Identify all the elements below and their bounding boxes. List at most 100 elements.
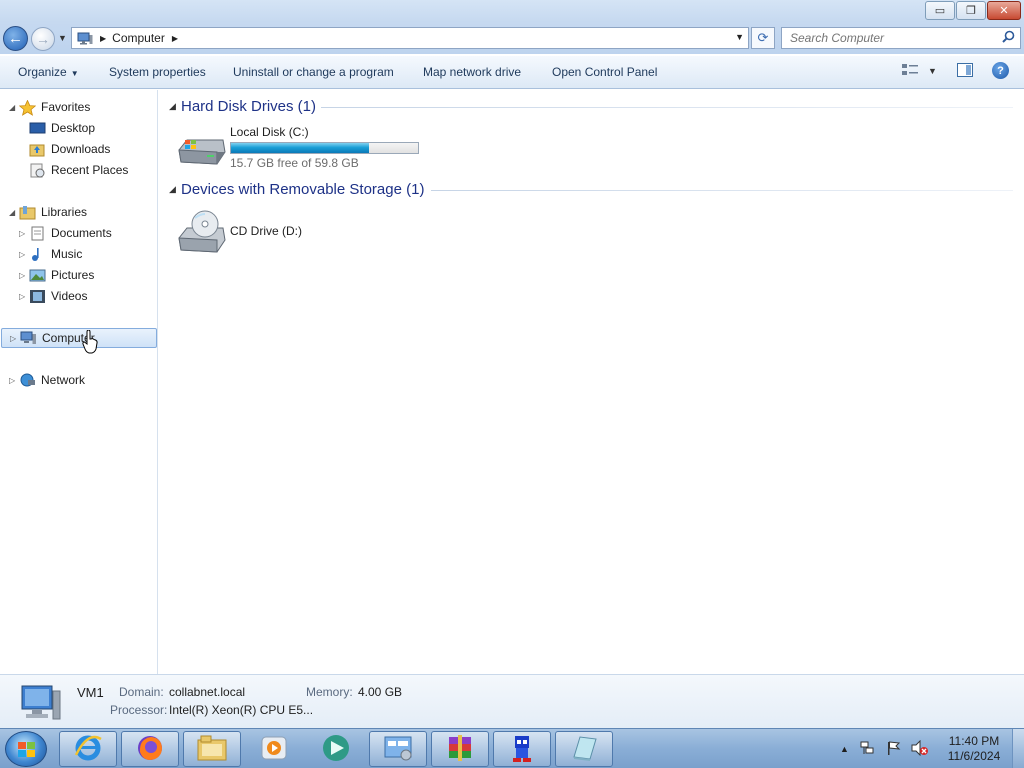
expanded-arrow-icon[interactable]: ◢	[9, 103, 19, 112]
system-tray: ▲	[840, 737, 929, 761]
chevron-down-icon: ▼	[70, 69, 79, 78]
group-header-hard-disk-drives[interactable]: ◢ Hard Disk Drives (1)	[159, 96, 1019, 118]
nav-favorites-label: Favorites	[41, 100, 91, 114]
drive-name-d: CD Drive (D:)	[230, 224, 302, 238]
show-hidden-icons-button[interactable]: ▲	[840, 744, 849, 754]
preview-pane-icon[interactable]	[957, 63, 973, 77]
navigation-pane: ◢ Favorites Desktop Downloads Recent Pla…	[0, 90, 158, 674]
title-bar: ▭ ❐ ✕	[0, 0, 1024, 22]
cd-drive-icon	[177, 210, 227, 253]
nav-recent-places[interactable]: Recent Places	[29, 160, 128, 180]
taskbar-media-player[interactable]	[245, 731, 303, 767]
organize-button[interactable]: Organize ▼	[18, 65, 79, 79]
address-bar[interactable]: ▶ Computer ▶ ▼	[71, 27, 749, 49]
game-character-icon	[507, 732, 537, 767]
collapsed-arrow-icon[interactable]: ▷	[19, 292, 29, 301]
organize-label: Organize	[18, 65, 67, 79]
search-input[interactable]	[782, 28, 992, 48]
minimize-button[interactable]: ▭	[925, 1, 955, 20]
control-panel-icon	[382, 733, 414, 766]
nav-documents-label: Documents	[51, 226, 112, 240]
recent-pages-dropdown-icon[interactable]: ▼	[58, 33, 67, 43]
view-options-dropdown-icon[interactable]: ▼	[928, 66, 937, 76]
domain-value: collabnet.local	[169, 685, 246, 699]
details-pane: VM1 Domain: collabnet.local Memory: 4.00…	[0, 674, 1024, 728]
taskbar: ▲ 11:40 PM 11/6/2024	[0, 728, 1024, 768]
expanded-arrow-icon[interactable]: ◢	[9, 208, 19, 217]
back-button[interactable]: ←	[3, 26, 28, 51]
internet-explorer-icon	[73, 733, 103, 766]
nav-favorites[interactable]: ◢ Favorites	[9, 97, 90, 117]
nav-documents[interactable]: ▷ Documents	[19, 223, 112, 243]
hand-cursor-icon	[82, 329, 98, 354]
collapsed-arrow-icon[interactable]: ▷	[10, 334, 20, 343]
close-button[interactable]: ✕	[987, 1, 1021, 20]
taskbar-internet-explorer[interactable]	[59, 731, 117, 767]
computer-icon	[20, 331, 37, 346]
downloads-folder-icon	[29, 142, 46, 157]
collapsed-arrow-icon[interactable]: ▷	[19, 250, 29, 259]
forward-button[interactable]: →	[31, 27, 55, 51]
music-note-icon	[29, 247, 46, 262]
documents-icon	[29, 226, 46, 241]
memory-value: 4.00 GB	[358, 685, 403, 699]
breadcrumb-separator-icon[interactable]: ▶	[100, 34, 106, 43]
nav-network[interactable]: ▷ Network	[9, 370, 85, 390]
taskbar-game[interactable]	[493, 731, 551, 767]
system-properties-button[interactable]: System properties	[109, 65, 206, 79]
film-icon	[29, 289, 46, 304]
clock[interactable]: 11:40 PM 11/6/2024	[940, 734, 1008, 764]
uninstall-program-button[interactable]: Uninstall or change a program	[233, 65, 394, 79]
drive-item-d[interactable]: CD Drive (D:)	[177, 210, 322, 255]
firefox-icon	[135, 733, 165, 766]
nav-music[interactable]: ▷ Music	[19, 244, 82, 264]
drive-c-usage-fill	[231, 143, 369, 153]
taskbar-notepad-app[interactable]	[555, 731, 613, 767]
pictures-icon	[29, 268, 46, 283]
collapsed-arrow-icon[interactable]: ▷	[9, 376, 19, 385]
drive-c-free-space: 15.7 GB free of 59.8 GB	[230, 156, 359, 170]
map-network-drive-button[interactable]: Map network drive	[423, 65, 521, 79]
maximize-button[interactable]: ❐	[956, 1, 986, 20]
collapsed-arrow-icon[interactable]: ▷	[19, 229, 29, 238]
group-title: Devices with Removable Storage (1)	[181, 181, 425, 198]
breadcrumb-computer[interactable]: Computer	[112, 31, 165, 45]
action-center-flag-icon[interactable]	[885, 740, 901, 759]
teal-app-icon	[320, 733, 352, 766]
collapse-group-icon[interactable]: ◢	[169, 101, 176, 112]
taskbar-firefox[interactable]	[121, 731, 179, 767]
network-tray-icon[interactable]	[859, 740, 875, 759]
search-box[interactable]	[781, 27, 1021, 49]
help-icon[interactable]: ?	[992, 62, 1009, 79]
nav-desktop[interactable]: Desktop	[29, 118, 95, 138]
taskbar-winrar[interactable]	[431, 731, 489, 767]
nav-computer[interactable]: ▷ Computer	[1, 328, 157, 348]
start-button[interactable]	[5, 731, 47, 767]
collapse-group-icon[interactable]: ◢	[169, 184, 176, 195]
nav-downloads[interactable]: Downloads	[29, 139, 110, 159]
taskbar-windows-explorer[interactable]	[183, 731, 241, 767]
search-icon[interactable]	[1002, 30, 1015, 46]
network-icon	[19, 373, 36, 388]
group-divider	[321, 107, 1013, 108]
nav-libraries[interactable]: ◢ Libraries	[9, 202, 87, 222]
nav-videos[interactable]: ▷ Videos	[19, 286, 87, 306]
group-title: Hard Disk Drives (1)	[181, 98, 317, 115]
processor-value: Intel(R) Xeon(R) CPU E5...	[169, 703, 314, 717]
star-icon	[18, 99, 37, 116]
open-control-panel-button[interactable]: Open Control Panel	[552, 65, 657, 79]
address-dropdown-icon[interactable]: ▼	[735, 32, 744, 42]
taskbar-control-panel[interactable]	[369, 731, 427, 767]
nav-pictures[interactable]: ▷ Pictures	[19, 265, 94, 285]
memory-label: Memory:	[306, 685, 353, 699]
libraries-icon	[19, 205, 36, 220]
hard-drive-icon	[177, 128, 227, 168]
collapsed-arrow-icon[interactable]: ▷	[19, 271, 29, 280]
taskbar-teal-app[interactable]	[307, 731, 365, 767]
refresh-button[interactable]: ⟳	[751, 27, 775, 49]
volume-muted-icon[interactable]	[911, 739, 929, 759]
change-view-icon[interactable]	[902, 63, 918, 77]
breadcrumb-chevron-icon[interactable]: ▶	[172, 34, 178, 43]
show-desktop-button[interactable]	[1012, 729, 1024, 768]
group-header-removable-storage[interactable]: ◢ Devices with Removable Storage (1)	[159, 179, 1019, 201]
